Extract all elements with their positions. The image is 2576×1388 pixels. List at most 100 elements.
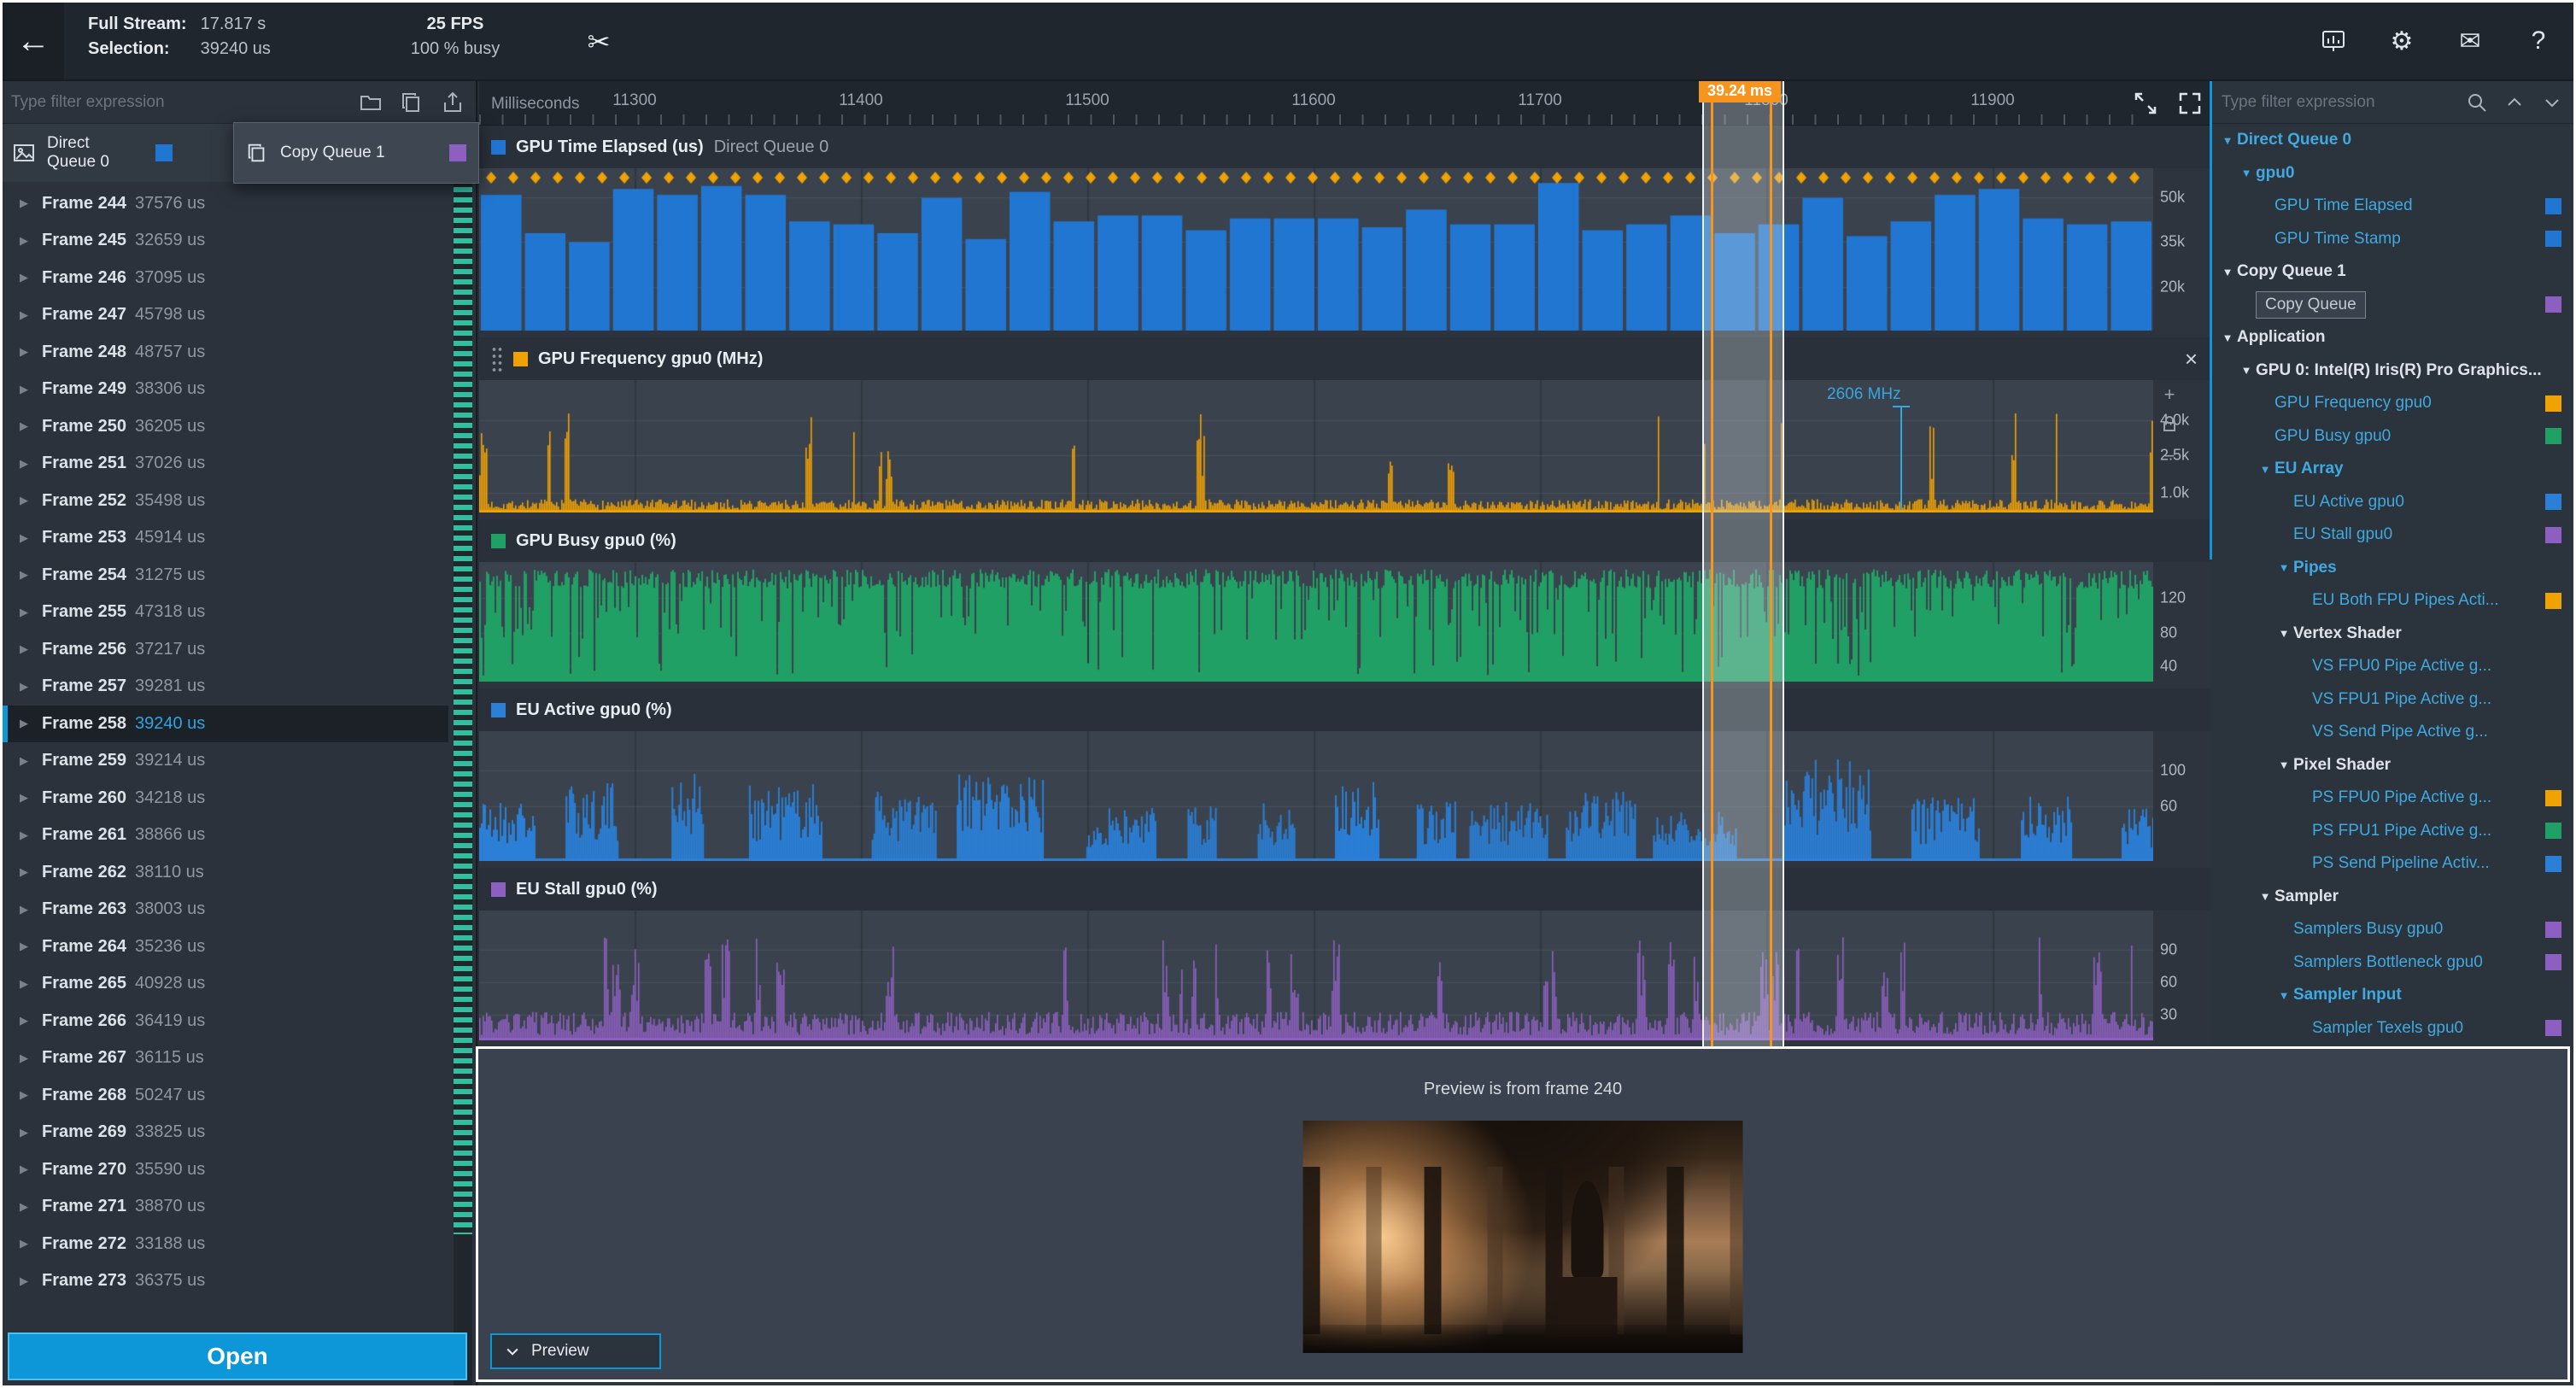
expand-arrow-icon[interactable]: ▶ <box>20 457 33 471</box>
metric-tree-row[interactable]: GPU Time Elapsed <box>2210 190 2573 223</box>
find-previous-button[interactable] <box>2500 88 2529 117</box>
copy-queue-color-swatch[interactable] <box>449 144 466 161</box>
close-track-button[interactable]: × <box>2185 346 2198 372</box>
frame-row[interactable]: ▶Frame 26933825 us <box>3 1114 448 1151</box>
frame-row[interactable]: ▶Frame 24745798 us <box>3 296 448 334</box>
expand-arrow-icon[interactable]: ▶ <box>20 903 33 917</box>
expand-arrow-icon[interactable]: ▶ <box>20 383 33 396</box>
tree-expand-icon[interactable]: ▼ <box>2237 364 2256 377</box>
frame-row[interactable]: ▶Frame 24848757 us <box>3 334 448 372</box>
frame-row[interactable]: ▶Frame 26338003 us <box>3 891 448 928</box>
tree-expand-icon[interactable]: ▼ <box>2218 266 2237 278</box>
track-header[interactable]: GPU Frequency gpu0 (MHz) × <box>479 337 2215 380</box>
lock-scale-button[interactable] <box>2158 414 2181 436</box>
metric-tree-row[interactable]: ▼gpu0 <box>2210 157 2573 190</box>
expand-arrow-icon[interactable]: ▶ <box>20 1126 33 1139</box>
metric-tree-row[interactable]: ▼EU Array <box>2210 453 2573 486</box>
expand-arrow-icon[interactable]: ▶ <box>20 680 33 694</box>
timeline-ruler[interactable]: Milliseconds 113001140011500116001170011… <box>479 81 2215 126</box>
export-button[interactable] <box>438 88 467 117</box>
metric-tree-row[interactable]: VS FPU0 Pipe Active g... <box>2210 650 2573 683</box>
metric-color-swatch[interactable] <box>2545 231 2561 247</box>
track-header[interactable]: EU Stall gpu0 (%) <box>479 868 2215 911</box>
frame-row[interactable]: ▶Frame 26138866 us <box>3 817 448 854</box>
scrollbar-thumb[interactable] <box>454 167 472 1234</box>
queue-dropdown-item-copy-queue-1[interactable]: Copy Queue 1 <box>280 143 437 162</box>
tree-expand-icon[interactable]: ▼ <box>2274 989 2293 1002</box>
frame-row[interactable]: ▶Frame 26540928 us <box>3 965 448 1003</box>
expand-arrow-icon[interactable]: ▶ <box>20 345 33 359</box>
metric-color-swatch[interactable] <box>2545 296 2561 313</box>
back-button[interactable]: ← <box>3 3 64 79</box>
frame-row[interactable]: ▶Frame 26435236 us <box>3 928 448 966</box>
eu-active-chart[interactable] <box>479 731 2153 861</box>
frame-row[interactable]: ▶Frame 26736115 us <box>3 1040 448 1077</box>
expand-arrow-icon[interactable]: ▶ <box>20 1274 33 1288</box>
search-button[interactable] <box>2462 88 2491 117</box>
metric-tree-row[interactable]: ▼Application <box>2210 321 2573 354</box>
frame-row[interactable]: ▶Frame 24532659 us <box>3 222 448 260</box>
frame-row[interactable]: ▶Frame 26636419 us <box>3 1003 448 1040</box>
expand-arrow-icon[interactable]: ▶ <box>20 419 33 433</box>
metric-tree-row[interactable]: VS Send Pipe Active g... <box>2210 716 2573 749</box>
metric-tree-row[interactable]: Sampler Texels gpu0 <box>2210 1012 2573 1045</box>
frame-row[interactable]: ▶Frame 26850247 us <box>3 1077 448 1115</box>
expand-arrow-icon[interactable]: ▶ <box>20 1163 33 1176</box>
frame-row[interactable]: ▶Frame 25839240 us <box>3 706 448 743</box>
frame-row[interactable]: ▶Frame 27035590 us <box>3 1151 448 1189</box>
metric-tree-row[interactable]: EU Both FPU Pipes Acti... <box>2210 584 2573 618</box>
metric-tree-row[interactable]: PS FPU1 Pipe Active g... <box>2210 815 2573 848</box>
metric-tree-row[interactable]: PS Send Pipeline Activ... <box>2210 847 2573 881</box>
expand-arrow-icon[interactable]: ▶ <box>20 1014 33 1028</box>
metric-color-swatch[interactable] <box>2545 527 2561 543</box>
expand-arrow-icon[interactable]: ▶ <box>20 271 33 284</box>
frame-row[interactable]: ▶Frame 25637217 us <box>3 631 448 669</box>
expand-arrow-icon[interactable]: ▶ <box>20 1200 33 1214</box>
track-header[interactable]: EU Active gpu0 (%) <box>479 688 2215 731</box>
frame-row[interactable]: ▶Frame 25939214 us <box>3 742 448 780</box>
fit-to-view-button[interactable] <box>2175 90 2204 119</box>
expand-arrow-icon[interactable]: ▶ <box>20 791 33 805</box>
metric-tree-row[interactable]: GPU Time Stamp <box>2210 223 2573 256</box>
frame-row[interactable]: ▶Frame 26034218 us <box>3 780 448 817</box>
zoom-out-button[interactable]: − <box>2158 445 2181 467</box>
metric-tree-row[interactable]: ▼Sampler Input <box>2210 979 2573 1012</box>
metric-tree-row[interactable]: ▼GPU 0: Intel(R) Iris(R) Pro Graphics... <box>2210 354 2573 388</box>
frame-filter-input[interactable] <box>11 88 344 117</box>
expand-arrow-icon[interactable]: ▶ <box>20 1051 33 1065</box>
frame-row[interactable]: ▶Frame 25036205 us <box>3 408 448 446</box>
expand-arrow-icon[interactable]: ▶ <box>20 977 33 991</box>
metric-tree-row[interactable]: ▼Pixel Shader <box>2210 749 2573 782</box>
metric-color-swatch[interactable] <box>2545 593 2561 609</box>
metric-tree-row[interactable]: EU Stall gpu0 <box>2210 518 2573 552</box>
frame-row[interactable]: ▶Frame 24437576 us <box>3 185 448 223</box>
frame-list-scrollbar[interactable] <box>454 167 472 1388</box>
cut-selection-button[interactable]: ✂ <box>573 16 624 67</box>
metric-tree-row[interactable]: ▼Direct Queue 0 <box>2210 124 2573 157</box>
expand-arrow-icon[interactable]: ▶ <box>20 196 33 210</box>
frame-row[interactable]: ▶Frame 24938306 us <box>3 371 448 408</box>
expand-arrow-icon[interactable]: ▶ <box>20 1088 33 1102</box>
queue-color-swatch[interactable] <box>155 144 173 161</box>
track-header[interactable]: GPU Busy gpu0 (%) <box>479 519 2215 562</box>
metric-tree-row[interactable]: PS FPU0 Pipe Active g... <box>2210 782 2573 815</box>
open-folder-button[interactable] <box>356 88 385 117</box>
metric-tree-row[interactable]: ▼Vertex Shader <box>2210 618 2573 651</box>
preview-collapse-button[interactable]: Preview <box>490 1333 661 1369</box>
frame-row[interactable]: ▶Frame 24637095 us <box>3 260 448 297</box>
tree-expand-icon[interactable]: ▼ <box>2274 758 2293 771</box>
frame-row[interactable]: ▶Frame 25431275 us <box>3 557 448 594</box>
metric-tree-row[interactable]: ▼Pipes <box>2210 552 2573 585</box>
tree-expand-icon[interactable]: ▼ <box>2274 627 2293 640</box>
tree-expand-icon[interactable]: ▼ <box>2256 463 2274 476</box>
expand-arrow-icon[interactable]: ▶ <box>20 1237 33 1250</box>
metric-color-swatch[interactable] <box>2545 198 2561 214</box>
expand-arrow-icon[interactable]: ▶ <box>20 531 33 545</box>
frame-row[interactable]: ▶Frame 25235498 us <box>3 483 448 520</box>
expand-arrow-icon[interactable]: ▶ <box>20 234 33 248</box>
metric-tree-row[interactable]: ▼Copy Queue 1 <box>2210 255 2573 289</box>
expand-arrow-icon[interactable]: ▶ <box>20 865 33 879</box>
expand-arrow-icon[interactable]: ▶ <box>20 494 33 507</box>
find-next-button[interactable] <box>2538 88 2567 117</box>
expand-arrow-icon[interactable]: ▶ <box>20 754 33 768</box>
